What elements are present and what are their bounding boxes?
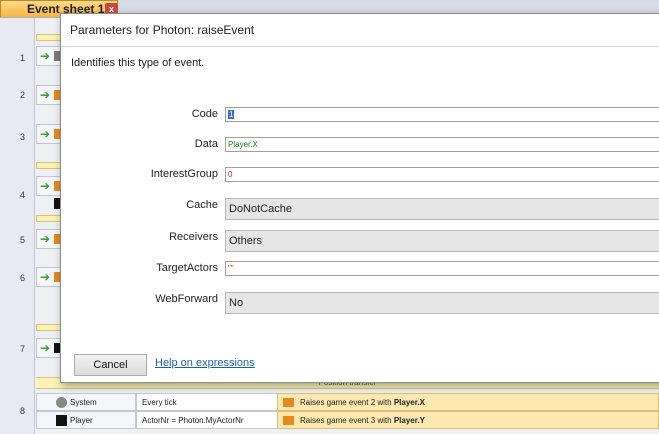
dialog-content: Identifies this type of event. Code 1 Da… [61,47,659,382]
action-param: Player.X [393,398,425,407]
row-number-gutter: 1 2 3 4 5 6 7 8 [0,18,35,434]
row-number: 5 [20,235,26,245]
targetactors-value: "" [228,264,234,273]
row-number: 1 [20,53,26,63]
param-label-targetactors: TargetActors [156,262,218,274]
param-label-cache: Cache [186,199,218,211]
code-value: 1 [228,110,235,119]
photon-icon [283,416,294,425]
event-object-name: Player [70,416,93,425]
receivers-value: Others [229,235,263,247]
condition-text: ActorNr = Photon.MyActorNr [142,416,244,425]
param-label-receivers: Receivers [169,231,218,243]
code-field[interactable]: 1 [225,107,659,122]
row-number: 8 [20,406,26,416]
arrow-right-icon: ➔ [40,341,51,355]
action-text: Raises game event 3 with [300,416,394,425]
arrow-right-icon: ➔ [40,232,51,246]
row-number: 6 [20,273,26,283]
dialog-titlebar[interactable]: Parameters for Photon: raiseEvent [61,14,659,47]
cache-select[interactable]: DoNotCache [225,198,659,220]
action-text: Raises game event 2 with [300,398,394,407]
action-param: Player.Y [393,416,425,425]
arrow-right-icon: ➔ [40,127,51,141]
event-row[interactable]: System Every tick Raises game event 2 wi… [36,393,659,411]
parameter-description: Identifies this type of event. [71,57,205,69]
gear-icon [56,397,67,408]
event-object-system[interactable]: System [36,393,136,411]
data-value: Player.X [228,140,258,149]
event-action[interactable]: Raises game event 2 with Player.X [277,393,659,411]
data-field[interactable]: Player.X [225,137,659,152]
condition-text: Every tick [142,398,177,407]
event-object-player[interactable]: Player [36,411,136,429]
param-label-webforward: WebForward [155,293,218,305]
event-action[interactable]: Raises game event 3 with Player.Y [277,411,659,429]
parameters-dialog: Parameters for Photon: raiseEvent Identi… [60,13,659,383]
param-label-data: Data [194,138,218,150]
arrow-right-icon: ➔ [40,179,51,193]
row-number: 4 [20,190,26,200]
interestgroup-field[interactable]: 0 [225,167,659,182]
interestgroup-value: 0 [228,170,233,179]
arrow-right-icon: ➔ [40,49,51,63]
player-icon [56,415,67,426]
param-label-code: Code [191,108,218,120]
row-number: 2 [20,90,26,100]
cancel-button[interactable]: Cancel [74,354,147,376]
dialog-title: Parameters for Photon: raiseEvent [70,23,255,37]
param-label-interestgroup: InterestGroup [150,168,218,180]
photon-icon [283,398,294,407]
receivers-select[interactable]: Others [225,230,659,252]
help-on-expressions-link[interactable]: Help on expressions [155,357,255,369]
event-row[interactable]: Player ActorNr = Photon.MyActorNr Raises… [36,411,659,429]
webforward-value: No [229,297,244,309]
targetactors-field[interactable]: "" [225,261,659,276]
cache-value: DoNotCache [229,203,292,215]
webforward-select[interactable]: No [225,292,659,314]
row-number: 7 [20,344,26,354]
event-object-name: System [70,398,97,407]
arrow-right-icon: ➔ [40,270,51,284]
row-number: 3 [20,132,26,142]
arrow-right-icon: ➔ [40,88,51,102]
